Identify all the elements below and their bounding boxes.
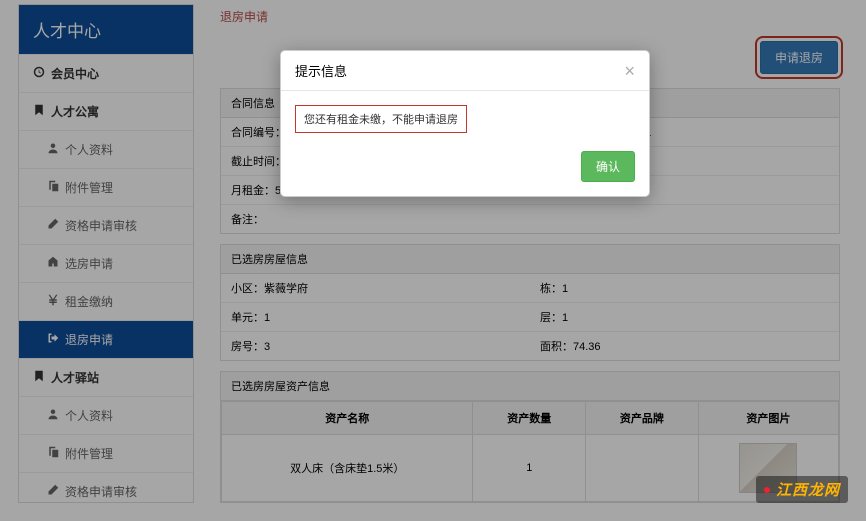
confirm-button[interactable]: 确认 xyxy=(581,151,635,182)
alert-modal: 提示信息 × 您还有租金未缴，不能申请退房 确认 xyxy=(280,50,650,197)
modal-message: 您还有租金未缴，不能申请退房 xyxy=(295,105,467,133)
close-icon[interactable]: × xyxy=(624,62,635,80)
watermark: 江西龙网 xyxy=(756,476,848,503)
modal-title: 提示信息 xyxy=(295,61,347,80)
